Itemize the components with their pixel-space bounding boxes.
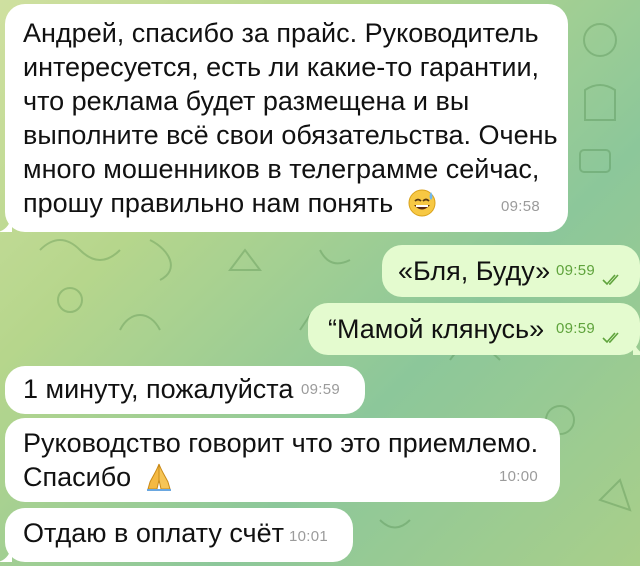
message-time: 09:59 bbox=[556, 262, 596, 279]
message-line-text: прошу правильно нам понять bbox=[23, 188, 394, 218]
message-text: «Бля, Буду» bbox=[398, 256, 551, 286]
bubble-tail bbox=[0, 216, 12, 232]
message-text: “Мамой клянусь» bbox=[328, 314, 545, 344]
outgoing-message-bubble[interactable]: «Бля, Буду» 09:59 bbox=[382, 245, 640, 297]
message-time: 09:59 bbox=[556, 320, 596, 337]
message-time: 10:01 bbox=[289, 528, 329, 545]
double-check-read-icon bbox=[602, 332, 619, 344]
message-line: прошу правильно нам понять bbox=[23, 186, 558, 220]
incoming-message-bubble[interactable]: Руководство говорит что это приемлемо. С… bbox=[5, 418, 560, 502]
message-line: Спасибо bbox=[23, 460, 538, 494]
outgoing-message-bubble[interactable]: “Мамой клянусь» 09:59 bbox=[308, 303, 640, 355]
message-time: 09:59 bbox=[301, 381, 341, 398]
bubble-tail bbox=[0, 546, 12, 562]
message-text: Руководство говорит что это приемлемо. С… bbox=[23, 426, 538, 494]
message-text: Андрей, спасибо за прайс. Руководитель и… bbox=[23, 16, 558, 220]
message-time: 10:00 bbox=[498, 468, 538, 485]
message-line: Андрей, спасибо за прайс. Руководитель bbox=[23, 18, 539, 48]
message-line: что реклама будет размещена и вы bbox=[23, 86, 470, 116]
bubble-tail bbox=[633, 339, 640, 355]
message-line: выполните всё свои обязательства. Очень bbox=[23, 120, 558, 150]
message-text: Отдаю в оплату счёт bbox=[23, 518, 284, 548]
message-line: Руководство говорит что это приемлемо. bbox=[23, 428, 539, 458]
message-time: 09:58 bbox=[500, 198, 540, 215]
message-line: много мошенников в телеграмме сейчас, bbox=[23, 154, 540, 184]
incoming-message-bubble[interactable]: Отдаю в оплату счёт 10:01 bbox=[0, 508, 353, 562]
message-line-text: Спасибо bbox=[23, 462, 132, 492]
message-text: 1 минуту, пожалуйста bbox=[23, 374, 294, 404]
message-line: интересуется, есть ли какие-то гарантии, bbox=[23, 52, 540, 82]
incoming-message-bubble[interactable]: Андрей, спасибо за прайс. Руководитель и… bbox=[0, 4, 568, 232]
folded-hands-emoji-icon bbox=[146, 463, 171, 491]
incoming-message-bubble[interactable]: 1 минуту, пожалуйста 09:59 bbox=[5, 366, 365, 414]
sweat-smile-emoji-icon bbox=[408, 189, 436, 217]
double-check-read-icon bbox=[602, 274, 619, 286]
